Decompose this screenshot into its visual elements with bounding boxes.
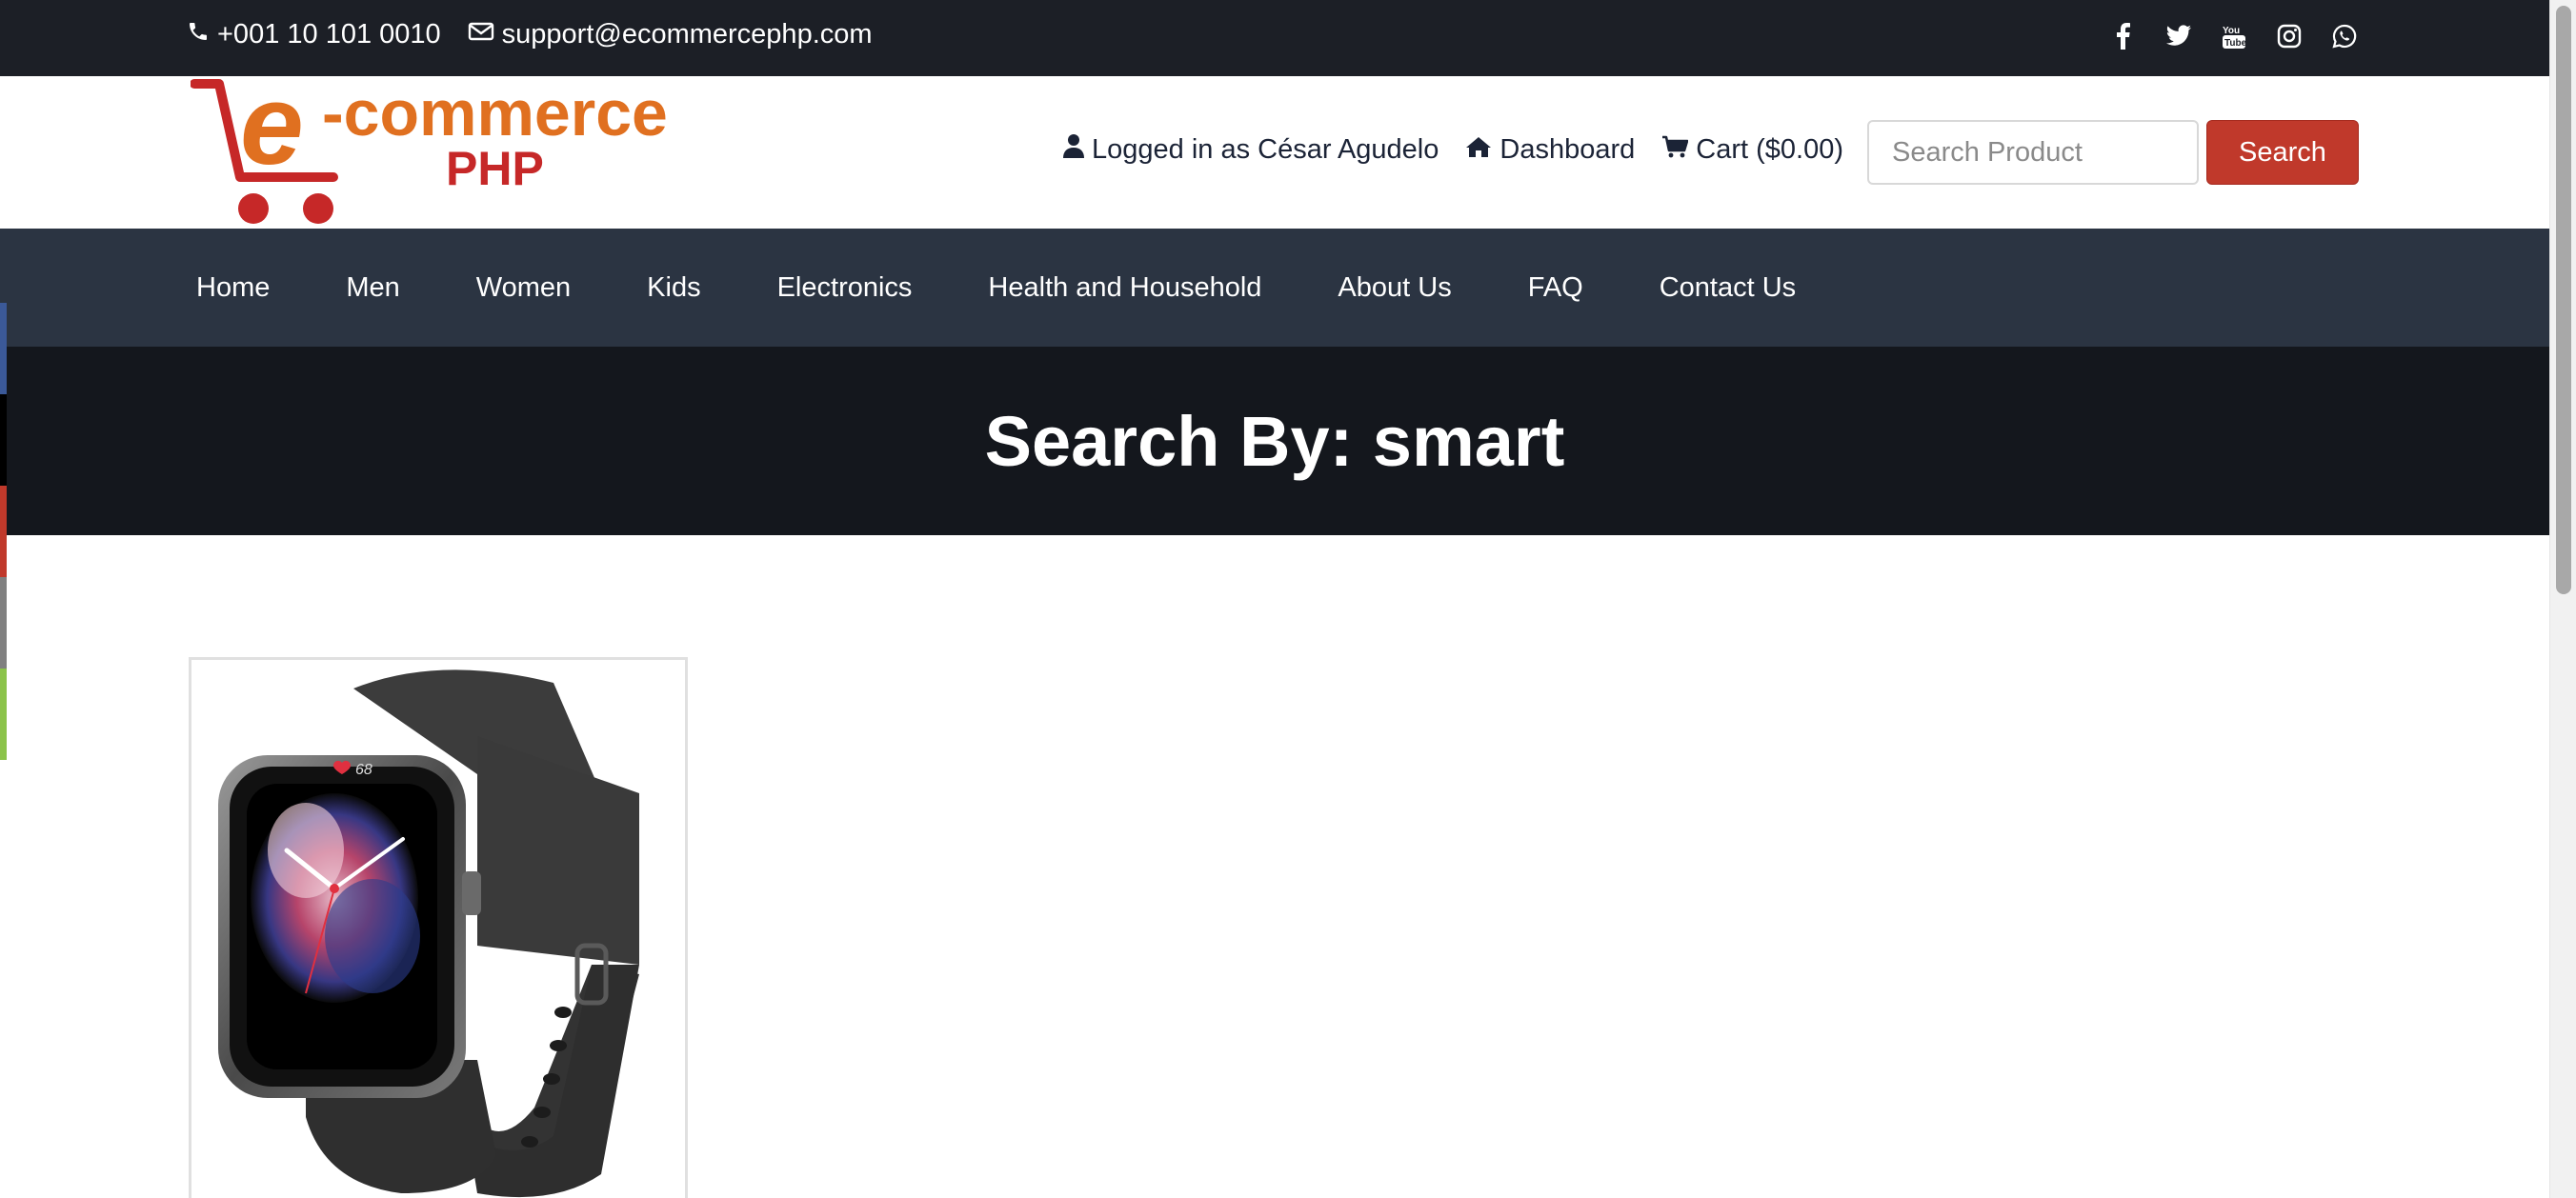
search-input[interactable] [1867, 120, 2199, 185]
facebook-icon[interactable] [2096, 17, 2151, 55]
svg-text:e: e [240, 78, 304, 189]
user-nav: Logged in as César Agudelo Dashboard Car… [1063, 133, 1870, 166]
twitter-icon[interactable] [2151, 17, 2206, 55]
site-logo[interactable]: e -commerce PHP [190, 61, 676, 229]
share-facebook[interactable] [0, 303, 7, 394]
main-nav-list: Home Men Women Kids Electronics Health a… [181, 229, 1857, 347]
nav-item-kids[interactable]: Kids [632, 272, 715, 304]
nav-item-health-household[interactable]: Health and Household [973, 272, 1277, 304]
cart-icon [1661, 134, 1696, 166]
nav-item-electronics[interactable]: Electronics [762, 272, 928, 304]
svg-text:You: You [2223, 26, 2240, 36]
scrollbar-thumb[interactable] [2556, 6, 2571, 594]
search-button[interactable]: Search [2206, 120, 2359, 185]
page-title: Search By: smart [984, 401, 1565, 481]
share-strip [0, 303, 7, 760]
phone-number: +001 10 101 0010 [217, 18, 441, 50]
product-card[interactable]: 68 [189, 657, 688, 1198]
nav-item-contact-us[interactable]: Contact Us [1644, 272, 1811, 304]
nav-item-men[interactable]: Men [331, 272, 414, 304]
cart-label: Cart ($0.00) [1696, 133, 1843, 165]
home-icon [1465, 134, 1499, 166]
cart-link[interactable]: Cart ($0.00) [1661, 134, 1843, 166]
dashboard-link[interactable]: Dashboard [1465, 134, 1635, 166]
page: +001 10 101 0010 support@ecommercephp.co… [0, 0, 2576, 1198]
share-more[interactable] [0, 669, 7, 760]
product-image[interactable]: 68 [191, 660, 685, 1198]
svg-text:PHP: PHP [446, 142, 544, 195]
svg-text:-commerce: -commerce [322, 78, 668, 150]
contact-info: +001 10 101 0010 support@ecommercephp.co… [187, 0, 899, 69]
logged-in-user[interactable]: Logged in as César Agudelo [1063, 133, 1439, 166]
user-label: Logged in as César Agudelo [1092, 133, 1439, 165]
top-bar: +001 10 101 0010 support@ecommercephp.co… [0, 0, 2549, 76]
email-contact[interactable]: support@ecommercephp.com [468, 19, 873, 50]
page-banner: Search By: smart [0, 347, 2549, 535]
share-twitter[interactable] [0, 394, 7, 486]
youtube-icon[interactable]: You Tube [2206, 17, 2262, 55]
user-icon [1063, 133, 1092, 166]
page-scrollbar[interactable] [2549, 0, 2576, 1198]
phone-contact[interactable]: +001 10 101 0010 [187, 19, 441, 50]
envelope-icon [468, 19, 502, 50]
header: e -commerce PHP Logged in as César Agude… [0, 61, 2549, 229]
share-email[interactable] [0, 577, 7, 669]
nav-item-faq[interactable]: FAQ [1513, 272, 1599, 304]
phone-icon [187, 19, 217, 50]
nav-item-home[interactable]: Home [181, 272, 285, 304]
whatsapp-icon[interactable] [2317, 17, 2372, 55]
instagram-icon[interactable] [2262, 17, 2317, 55]
watch-face-reading: 68 [355, 762, 372, 778]
email-address: support@ecommercephp.com [501, 18, 873, 50]
dashboard-label: Dashboard [1499, 133, 1636, 165]
share-pinterest[interactable] [0, 486, 7, 577]
nav-item-about-us[interactable]: About Us [1322, 272, 1466, 304]
main-nav: Home Men Women Kids Electronics Health a… [0, 229, 2549, 347]
social-links: You Tube [2096, 17, 2372, 55]
nav-item-women[interactable]: Women [461, 272, 586, 304]
svg-text:Tube: Tube [2224, 38, 2246, 49]
